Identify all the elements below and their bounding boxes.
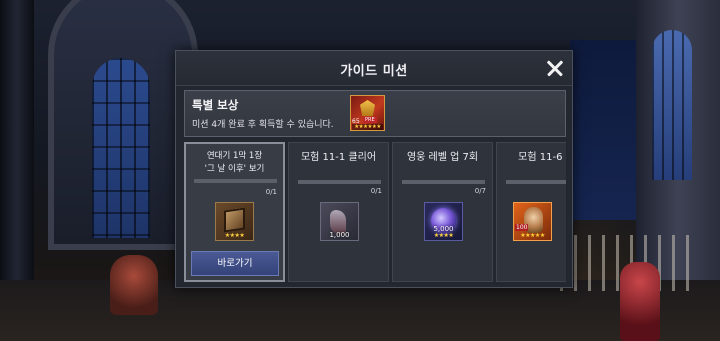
boots-icon[interactable]: 1,000: [320, 202, 359, 241]
mission-title: 모험 11-6 클: [518, 152, 566, 163]
mission-count: 0/7: [474, 187, 486, 195]
crystal-orb-icon[interactable]: 5,000 ★★★★: [424, 202, 463, 241]
mission-card[interactable]: 영웅 레벨 업 7회 0/7 5,000 ★★★★: [392, 142, 493, 282]
background-character-right[interactable]: [620, 262, 660, 341]
mission-title: 모험 11-1 클리어: [300, 152, 377, 163]
mission-title: 영웅 레벨 업 7회: [406, 152, 479, 163]
item-badge: 100: [515, 224, 529, 231]
stained-glass-window: [92, 58, 150, 238]
hero-portrait-icon[interactable]: 100 ★★★★★: [513, 202, 552, 241]
hero-emblem-icon[interactable]: 65 PRE ★★★★★★: [350, 95, 385, 131]
mission-title: 연대기 1막 1장 '그 날 이후' 보기: [186, 150, 283, 176]
treasure-chest-icon[interactable]: ★★★★: [215, 202, 254, 241]
reward-tag: PRE: [363, 117, 377, 123]
mission-card[interactable]: 연대기 1막 1장 '그 날 이후' 보기 0/1 ★★★★ 바로가기: [184, 142, 285, 282]
special-reward-panel: 특별 보상 미션 4개 완료 후 획득할 수 있습니다. 65 PRE ★★★★…: [184, 90, 566, 137]
mission-title-line1: 연대기 1막 1장: [206, 151, 263, 161]
item-stars: ★★★★: [224, 232, 245, 239]
mission-title-line2: '그 날 이후' 보기: [204, 164, 265, 174]
go-button[interactable]: 바로가기: [191, 251, 279, 276]
special-reward-description: 미션 4개 완료 후 획득할 수 있습니다.: [192, 120, 334, 130]
mission-card[interactable]: 모험 11-6 클 100 ★★★★★: [496, 142, 566, 282]
dialog-title: 가이드 미션: [340, 64, 408, 79]
emblem-shape: [360, 100, 375, 116]
mission-progress-bar: [194, 179, 277, 183]
background-character-left: [110, 255, 158, 315]
item-quantity: 1,000: [329, 231, 350, 239]
mission-list[interactable]: 연대기 1막 1장 '그 날 이후' 보기 0/1 ★★★★ 바로가기 모험 1…: [184, 142, 566, 282]
mission-progress-bar: [298, 180, 381, 184]
mission-progress-bar: [402, 180, 485, 184]
item-stars: ★★★★★: [520, 232, 545, 239]
reward-stars: ★★★★★★: [352, 124, 383, 130]
night-sky: [570, 40, 640, 220]
special-reward-title: 특별 보상: [192, 98, 239, 112]
right-window: [652, 30, 692, 180]
mission-count: 0/1: [265, 188, 277, 196]
mission-count: 0/1: [370, 187, 382, 195]
guide-mission-dialog: 가이드 미션 특별 보상 미션 4개 완료 후 획득할 수 있습니다. 65 P…: [175, 50, 573, 288]
mission-card[interactable]: 모험 11-1 클리어 0/1 1,000: [288, 142, 389, 282]
item-stars: ★★★★: [433, 232, 454, 239]
close-icon[interactable]: [544, 57, 566, 79]
dialog-header: 가이드 미션: [176, 51, 572, 86]
mission-progress-bar: [506, 180, 566, 184]
